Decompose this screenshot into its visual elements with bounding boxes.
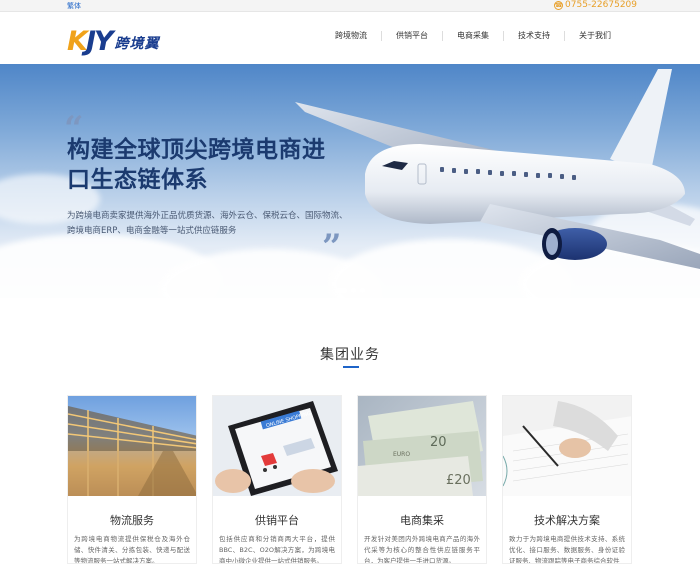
logo-text: 跨境翼 [114, 36, 160, 52]
business-card-supply-platform[interactable]: ONLINE SHOPPING 供销平台 包括供应商和分销商两大平台，提供BBC… [212, 395, 342, 564]
business-card-logistics[interactable]: 物流服务 为跨境电商物流提供保税仓及海外仓储、快件清关、分拣包装、快递与配送等物… [67, 395, 197, 564]
svg-text:£20: £20 [446, 473, 471, 488]
card-title: 电商集采 [400, 514, 444, 527]
card-description: 致力于为跨境电商提供技术支持、系统优化、接口服务、数据服务、身份证验证服务、物流… [509, 535, 625, 564]
hand-writing-image [503, 396, 631, 496]
main-nav: 跨境物流 供销平台 电商采集 技术支持 关于我们 [321, 31, 625, 41]
business-card-tech-solutions[interactable]: 技术解决方案 致力于为跨境电商提供技术支持、系统优化、接口服务、数据服务、身份证… [502, 395, 632, 564]
banner-description: 为跨境电商卖家提供海外正品优质货源、海外云仓、保税云仓、国际物流、跨境电商ERP… [67, 211, 348, 236]
slider-pagination [337, 288, 365, 293]
slider-dot[interactable] [351, 288, 356, 293]
hotline-number: 0755-22675209 [565, 0, 637, 10]
phone-icon: ☎ [554, 0, 564, 10]
card-title: 供销平台 [255, 514, 299, 527]
site-header: KJY 跨境翼 跨境物流 供销平台 电商采集 技术支持 关于我们 [0, 12, 700, 64]
card-description: 为跨境电商物流提供保税仓及海外仓储、快件清关、分拣包装、快递与配送等物流服务一站… [74, 535, 190, 564]
card-title: 技术解决方案 [534, 514, 600, 527]
section-title-underline [343, 366, 359, 368]
language-switch-link[interactable]: 繁体 [67, 1, 81, 11]
nav-item-about-us[interactable]: 关于我们 [564, 31, 625, 41]
quote-close-icon: ” [322, 227, 342, 267]
hotline: ☎ 0755-22675209 [554, 0, 637, 10]
currency-image: 20 £20 EURO [358, 396, 486, 496]
slider-dot[interactable] [360, 288, 365, 293]
hero-banner[interactable]: “ 构建全球顶尖跨境电商进口生态链体系 为跨境电商卖家提供海外正品优质货源、海外… [0, 64, 700, 298]
business-cards: 物流服务 为跨境电商物流提供保税仓及海外仓储、快件清关、分拣包装、快递与配送等物… [67, 395, 633, 564]
card-description: 开发针对美团内外跨境电商产品的海外代采等为核心的整合性供应链服务平台，为客户提供… [364, 535, 480, 564]
svg-text:20: 20 [430, 435, 447, 450]
card-description: 包括供应商和分销商两大平台，提供BBC、B2C、O2O解决方案，为跨境电商中小微… [219, 535, 335, 564]
section-title: 集团业务 [320, 347, 380, 363]
svg-text:EURO: EURO [393, 451, 410, 458]
tablet-shopping-image: ONLINE SHOPPING [213, 396, 341, 496]
business-card-ecommerce-purchasing[interactable]: 20 £20 EURO 电商集采 开发针对美团内外跨境电商产品的海外代采等为核心… [357, 395, 487, 564]
nav-item-logistics[interactable]: 跨境物流 [321, 31, 381, 41]
card-title: 物流服务 [110, 514, 154, 527]
banner-title: 构建全球顶尖跨境电商进口生态链体系 [67, 137, 326, 193]
top-bar: 繁体 ☎ 0755-22675209 [0, 0, 700, 12]
logo-mark: KJY [67, 26, 114, 57]
nav-item-ecommerce-purchasing[interactable]: 电商采集 [442, 31, 503, 41]
nav-item-supply-platform[interactable]: 供销平台 [381, 31, 442, 41]
slider-dot[interactable] [337, 288, 347, 293]
site-logo[interactable]: KJY 跨境翼 [67, 28, 160, 55]
nav-item-tech-support[interactable]: 技术支持 [503, 31, 564, 41]
warehouse-image [68, 396, 196, 496]
airplane-image [295, 69, 700, 269]
